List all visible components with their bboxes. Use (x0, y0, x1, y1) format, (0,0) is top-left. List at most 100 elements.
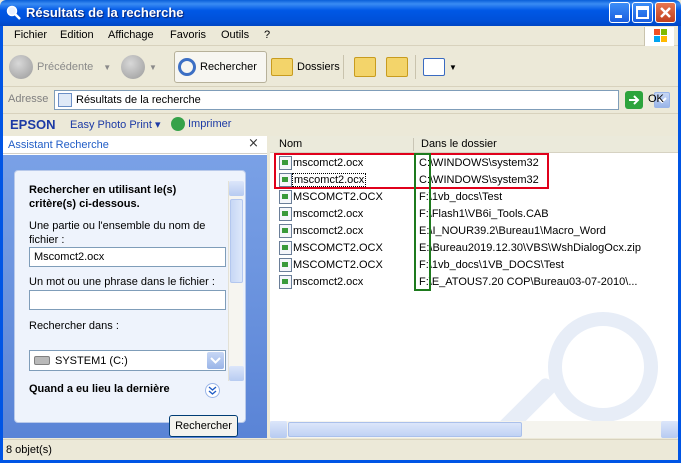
chevron-down-icon[interactable]: ▼ (103, 63, 111, 72)
table-row[interactable]: mscomct2.ocx F:\E_ATOUS7.20 COP\Bureau03… (270, 274, 678, 291)
column-folder[interactable]: Dans le dossier (421, 138, 497, 150)
column-divider[interactable] (413, 138, 414, 151)
table-row[interactable]: MSCOMCT2.OCX F:\1vb_docs\1VB_DOCS\Test (270, 257, 678, 274)
back-button[interactable]: Précédente ▼ (9, 51, 111, 83)
scroll-down-icon[interactable] (229, 366, 244, 381)
folder-check-icon (354, 57, 376, 77)
pane-close-icon[interactable]: × (248, 136, 259, 151)
scroll-thumb[interactable] (230, 199, 243, 283)
back-label: Précédente (37, 61, 94, 73)
look-in-dropdown-button[interactable] (207, 352, 224, 369)
views-button[interactable]: ▼ (423, 51, 457, 83)
watermark-magnifier-icon (548, 312, 658, 422)
file-name: MSCOMCT2.OCX (293, 259, 383, 271)
horizontal-scrollbar[interactable] (270, 421, 678, 438)
scroll-up-icon[interactable] (229, 181, 244, 196)
toolbar-separator (343, 55, 344, 79)
address-bar: Adresse Résultats de la recherche OK (3, 88, 678, 112)
search-button[interactable]: Rechercher (174, 51, 267, 83)
menu-affichage[interactable]: Affichage (108, 29, 154, 41)
table-row[interactable]: MSCOMCT2.OCX E:\Bureau2019.12.30\VBS\Wsh… (270, 240, 678, 257)
scroll-right-icon[interactable] (661, 421, 678, 438)
column-header: Nom Dans le dossier (270, 136, 678, 153)
easy-photo-print-label: Easy Photo Print (70, 119, 152, 131)
scroll-thumb[interactable] (288, 422, 522, 437)
windows-logo-icon (644, 27, 674, 46)
file-folder: E:\I_NOUR39.2\Bureau1\Macro_Word (419, 225, 606, 237)
menu-help[interactable]: ? (264, 29, 270, 41)
chevron-down-icon[interactable]: ▼ (149, 63, 157, 72)
criteria-scrollbar[interactable] (228, 181, 244, 381)
print-button[interactable]: Imprimer (188, 118, 231, 130)
column-name[interactable]: Nom (279, 138, 302, 150)
last-modified-label[interactable]: Quand a eu lieu la dernière (29, 383, 170, 395)
look-in-value: SYSTEM1 (C:) (55, 355, 128, 367)
file-name: mscomct2.ocx (293, 225, 364, 237)
filename-label: Une partie ou l'ensemble du nom de fichi… (29, 220, 206, 246)
menu-outils[interactable]: Outils (221, 29, 249, 41)
file-folder: F:\1vb_docs\Test (419, 191, 503, 203)
minimize-icon (615, 15, 622, 18)
criteria-heading: Rechercher en utilisant le(s) critère(s)… (29, 184, 177, 210)
epson-logo: EPSON (10, 117, 56, 132)
search-results-icon (58, 93, 72, 107)
highlight-box-red (274, 153, 549, 189)
file-icon (279, 241, 292, 255)
file-name: MSCOMCT2.OCX (293, 242, 383, 254)
file-name: MSCOMCT2.OCX (293, 191, 383, 203)
forward-button[interactable]: ▼ (121, 51, 157, 83)
phrase-label: Un mot ou une phrase dans le fichier : (29, 276, 215, 288)
folder-options-button[interactable] (354, 51, 380, 83)
toolbar: Précédente ▼ ▼ Rechercher Dossiers ▼ (3, 47, 678, 87)
folders-label: Dossiers (297, 61, 340, 73)
table-row[interactable]: mscomct2.ocx F:\Flash1\VB6i_Tools.CAB (270, 206, 678, 223)
search-companion-pane: Assistant Recherche × Rechercher en util… (3, 136, 267, 438)
menu-edition[interactable]: Edition (60, 29, 94, 41)
up-folder-button[interactable] (386, 51, 412, 83)
status-bar: 8 objet(s) (3, 439, 678, 460)
easy-photo-print-button[interactable]: Easy Photo Print ▾ (70, 118, 161, 131)
search-criteria-card: Rechercher en utilisant le(s) critère(s)… (14, 170, 246, 423)
title-bar[interactable]: Résultats de la recherche (0, 0, 681, 26)
chevron-down-icon (210, 357, 221, 364)
address-input[interactable]: Résultats de la recherche (54, 90, 670, 110)
file-name: mscomct2.ocx (293, 276, 364, 288)
pane-body: Rechercher en utilisant le(s) critère(s)… (3, 155, 267, 438)
table-row[interactable]: mscomct2.ocx E:\I_NOUR39.2\Bureau1\Macro… (270, 223, 678, 240)
forward-arrow-icon (121, 55, 145, 79)
file-icon (279, 275, 292, 289)
printer-icon (171, 117, 185, 131)
folders-button[interactable]: Dossiers (271, 51, 340, 83)
status-text: 8 objet(s) (6, 444, 52, 456)
close-button[interactable] (655, 2, 676, 23)
minimize-button[interactable] (609, 2, 630, 23)
search-submit-button[interactable]: Rechercher (169, 415, 238, 437)
menu-favoris[interactable]: Favoris (170, 29, 206, 41)
go-button[interactable] (625, 91, 643, 109)
pane-header: Assistant Recherche × (3, 136, 267, 154)
search-icon (178, 58, 196, 76)
window-title: Résultats de la recherche (26, 5, 184, 20)
file-folder: F:\1vb_docs\1VB_DOCS\Test (419, 259, 564, 271)
search-label: Rechercher (200, 61, 257, 73)
scroll-left-icon[interactable] (270, 421, 287, 438)
address-value: Résultats de la recherche (76, 94, 201, 106)
table-row[interactable]: MSCOMCT2.OCX F:\1vb_docs\Test (270, 189, 678, 206)
up-folder-icon (386, 57, 408, 77)
menu-bar: Fichier Edition Affichage Favoris Outils… (3, 26, 678, 46)
toolbar-separator (415, 55, 416, 79)
expand-chevron-icon[interactable] (205, 383, 220, 398)
pane-title: Assistant Recherche (8, 139, 109, 151)
file-icon (279, 207, 292, 221)
file-icon (279, 190, 292, 204)
go-label[interactable]: OK (648, 93, 664, 105)
search-window-icon (6, 5, 22, 21)
chevron-down-icon[interactable]: ▼ (449, 63, 457, 72)
look-in-select[interactable]: SYSTEM1 (C:) (29, 350, 226, 371)
address-label: Adresse (8, 93, 49, 105)
maximize-icon (636, 6, 649, 19)
maximize-button[interactable] (632, 2, 653, 23)
phrase-input[interactable] (29, 290, 226, 310)
menu-fichier[interactable]: Fichier (14, 29, 47, 41)
filename-input[interactable]: Mscomct2.ocx (29, 247, 226, 267)
